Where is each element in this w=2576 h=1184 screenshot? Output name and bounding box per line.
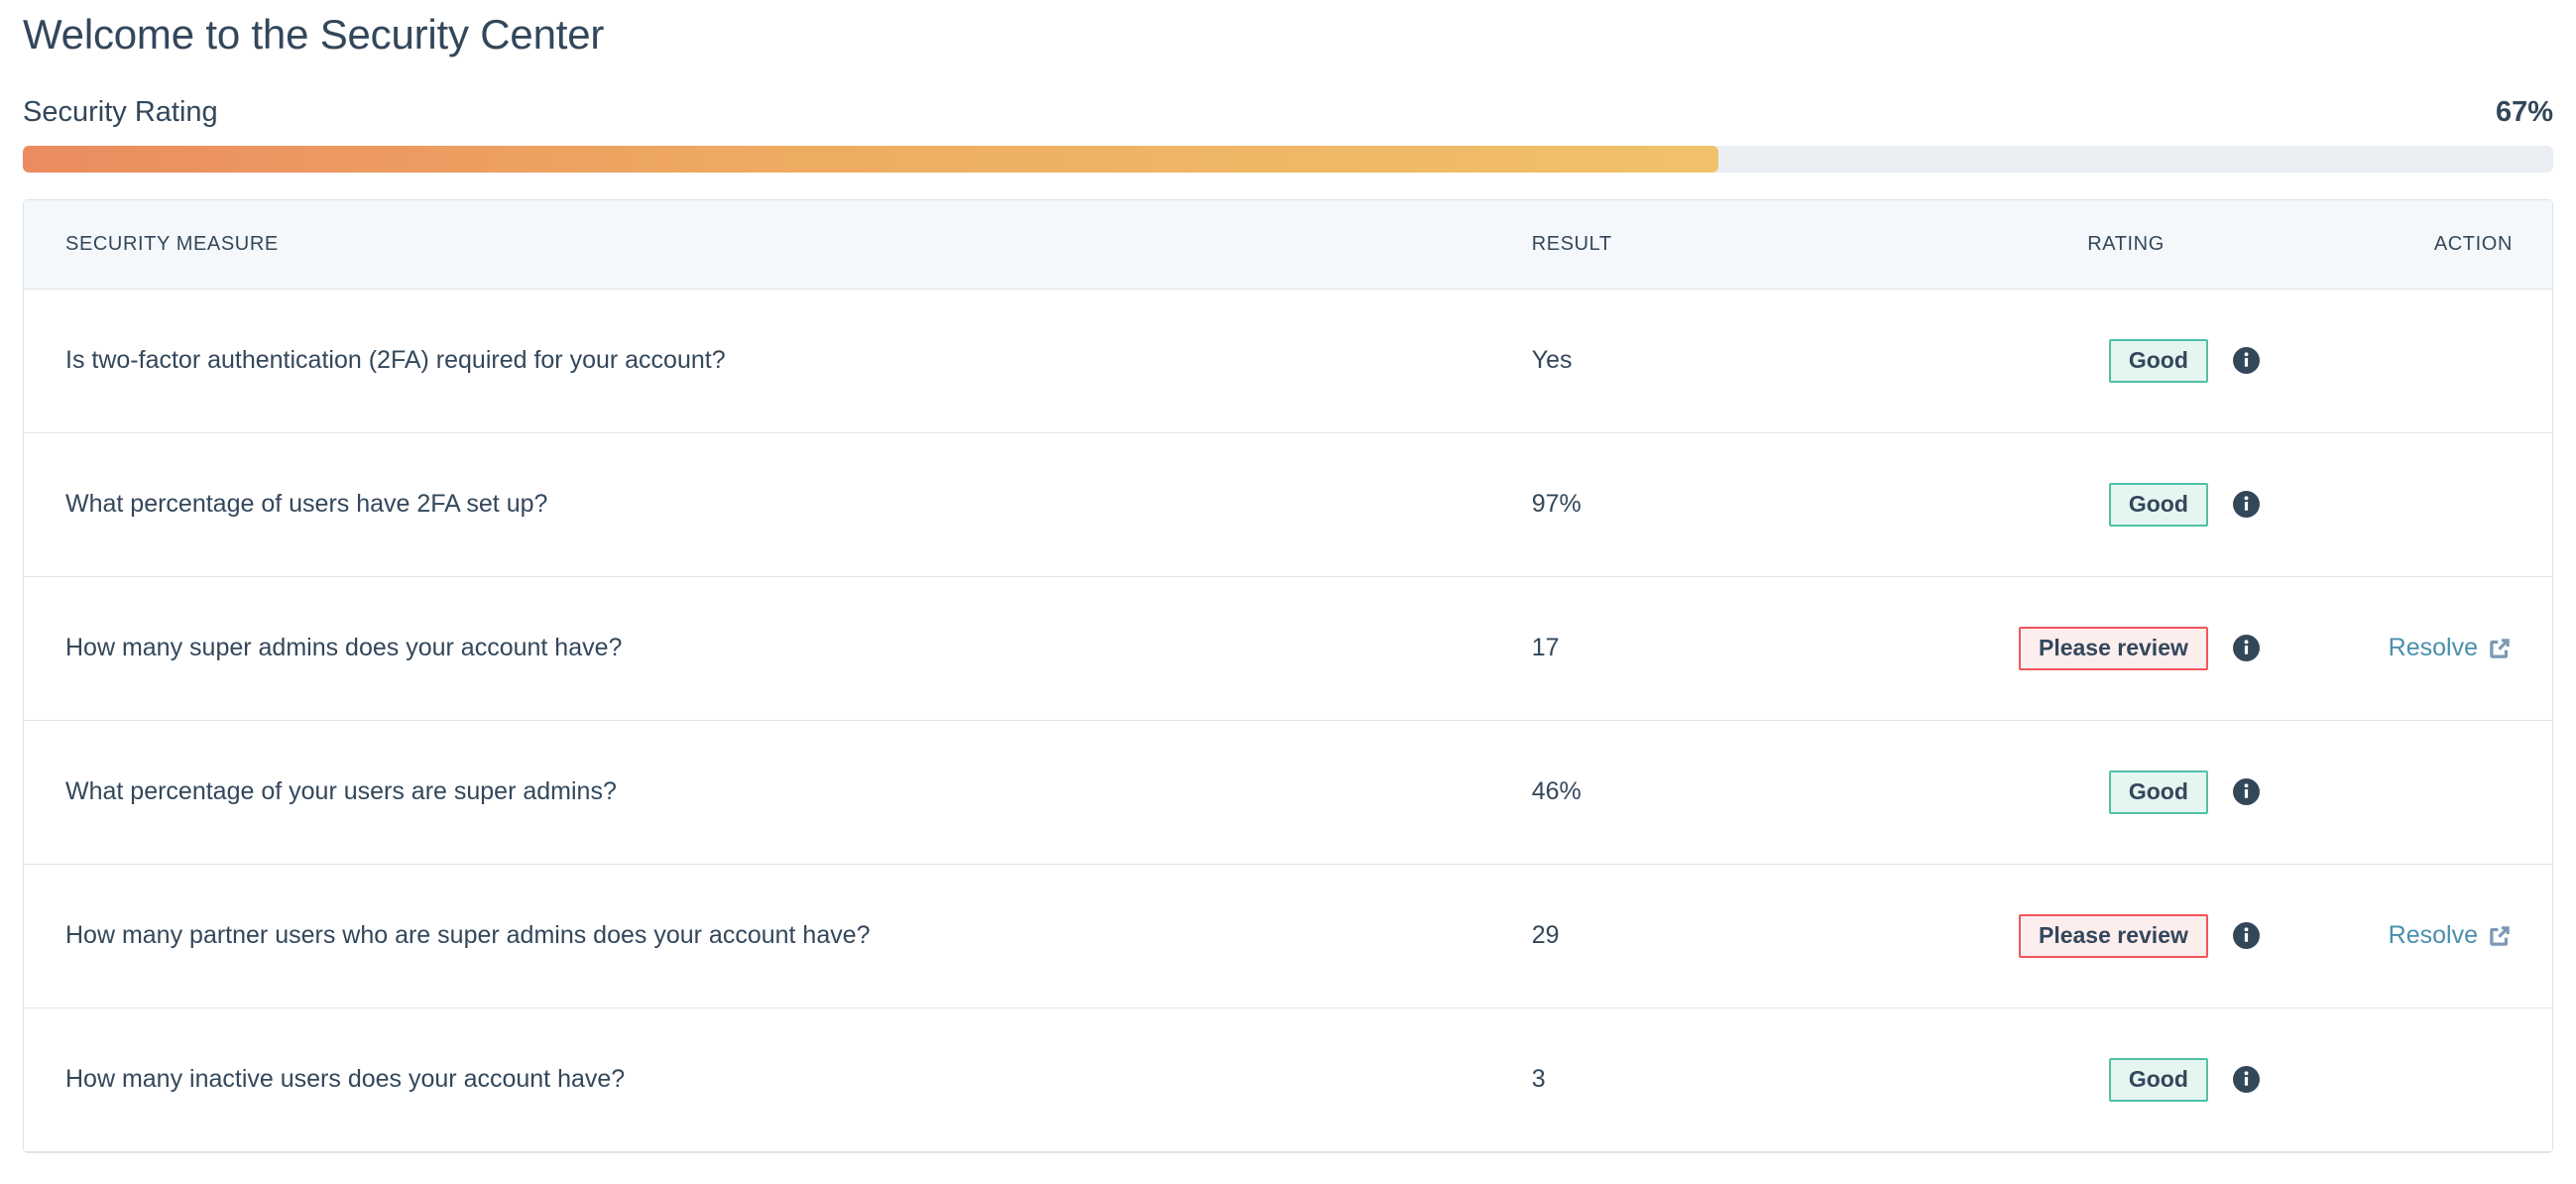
security-rating-value: 67% xyxy=(2496,96,2553,129)
cell-result: 97% xyxy=(1472,432,1901,576)
cell-action: Resolve xyxy=(2279,576,2552,720)
rating-badge-please-review: Please review xyxy=(2019,627,2208,670)
table-row: How many partner users who are super adm… xyxy=(24,864,2552,1007)
security-measures-card: SECURITY MEASURE RESULT RATING ACTION Is… xyxy=(23,199,2553,1153)
resolve-link-label: Resolve xyxy=(2389,921,2478,950)
cell-result: 29 xyxy=(1472,864,1901,1007)
column-header-result: RESULT xyxy=(1472,200,1901,289)
security-rating-row: Security Rating 67% xyxy=(23,96,2553,129)
cell-action xyxy=(2279,720,2552,864)
column-header-rating: RATING xyxy=(1900,200,2278,289)
cell-security-measure: What percentage of your users are super … xyxy=(24,720,1472,864)
cell-rating: Good xyxy=(1900,720,2278,864)
column-header-action: ACTION xyxy=(2279,200,2552,289)
cell-rating: Good xyxy=(1900,289,2278,432)
info-icon[interactable] xyxy=(2233,1066,2260,1093)
info-icon[interactable] xyxy=(2233,635,2260,661)
info-icon[interactable] xyxy=(2233,491,2260,518)
table-row: Is two-factor authentication (2FA) requi… xyxy=(24,289,2552,432)
table-header-row: SECURITY MEASURE RESULT RATING ACTION xyxy=(24,200,2552,289)
security-rating-progress-fill xyxy=(23,146,1718,173)
table-header: SECURITY MEASURE RESULT RATING ACTION xyxy=(24,200,2552,289)
table-row: How many super admins does your account … xyxy=(24,576,2552,720)
cell-result: 17 xyxy=(1472,576,1901,720)
cell-security-measure: How many super admins does your account … xyxy=(24,576,1472,720)
external-link-icon xyxy=(2487,636,2513,661)
page-title: Welcome to the Security Center xyxy=(23,0,2553,59)
security-rating-progress-track xyxy=(23,146,2553,173)
rating-group: Please review xyxy=(1919,627,2259,670)
rating-badge-good: Good xyxy=(2109,1058,2208,1102)
cell-security-measure: Is two-factor authentication (2FA) requi… xyxy=(24,289,1472,432)
cell-security-measure: How many partner users who are super adm… xyxy=(24,864,1472,1007)
cell-result: 46% xyxy=(1472,720,1901,864)
rating-badge-please-review: Please review xyxy=(2019,914,2208,958)
security-rating-label: Security Rating xyxy=(23,96,218,129)
resolve-link[interactable]: Resolve xyxy=(2389,921,2513,950)
rating-badge-good: Good xyxy=(2109,339,2208,383)
rating-group: Good xyxy=(1919,1058,2259,1102)
cell-security-measure: What percentage of users have 2FA set up… xyxy=(24,432,1472,576)
cell-rating: Good xyxy=(1900,432,2278,576)
info-icon[interactable] xyxy=(2233,922,2260,949)
cell-rating: Please review xyxy=(1900,576,2278,720)
cell-result: Yes xyxy=(1472,289,1901,432)
external-link-icon xyxy=(2487,923,2513,949)
rating-group: Good xyxy=(1919,339,2259,383)
table-row: What percentage of users have 2FA set up… xyxy=(24,432,2552,576)
cell-action: Resolve xyxy=(2279,864,2552,1007)
column-header-security-measure: SECURITY MEASURE xyxy=(24,200,1472,289)
table-row: How many inactive users does your accoun… xyxy=(24,1007,2552,1151)
cell-result: 3 xyxy=(1472,1007,1901,1151)
resolve-link[interactable]: Resolve xyxy=(2389,634,2513,662)
rating-badge-good: Good xyxy=(2109,483,2208,527)
resolve-link-label: Resolve xyxy=(2389,634,2478,662)
table-body: Is two-factor authentication (2FA) requi… xyxy=(24,289,2552,1151)
table-row: What percentage of your users are super … xyxy=(24,720,2552,864)
info-icon[interactable] xyxy=(2233,778,2260,805)
cell-action xyxy=(2279,289,2552,432)
rating-group: Please review xyxy=(1919,914,2259,958)
info-icon[interactable] xyxy=(2233,347,2260,374)
cell-rating: Please review xyxy=(1900,864,2278,1007)
cell-security-measure: How many inactive users does your accoun… xyxy=(24,1007,1472,1151)
rating-group: Good xyxy=(1919,770,2259,814)
security-measures-table: SECURITY MEASURE RESULT RATING ACTION Is… xyxy=(24,200,2552,1152)
cell-action xyxy=(2279,432,2552,576)
rating-badge-good: Good xyxy=(2109,770,2208,814)
cell-rating: Good xyxy=(1900,1007,2278,1151)
security-center-page: Welcome to the Security Center Security … xyxy=(0,0,2576,1184)
cell-action xyxy=(2279,1007,2552,1151)
rating-group: Good xyxy=(1919,483,2259,527)
